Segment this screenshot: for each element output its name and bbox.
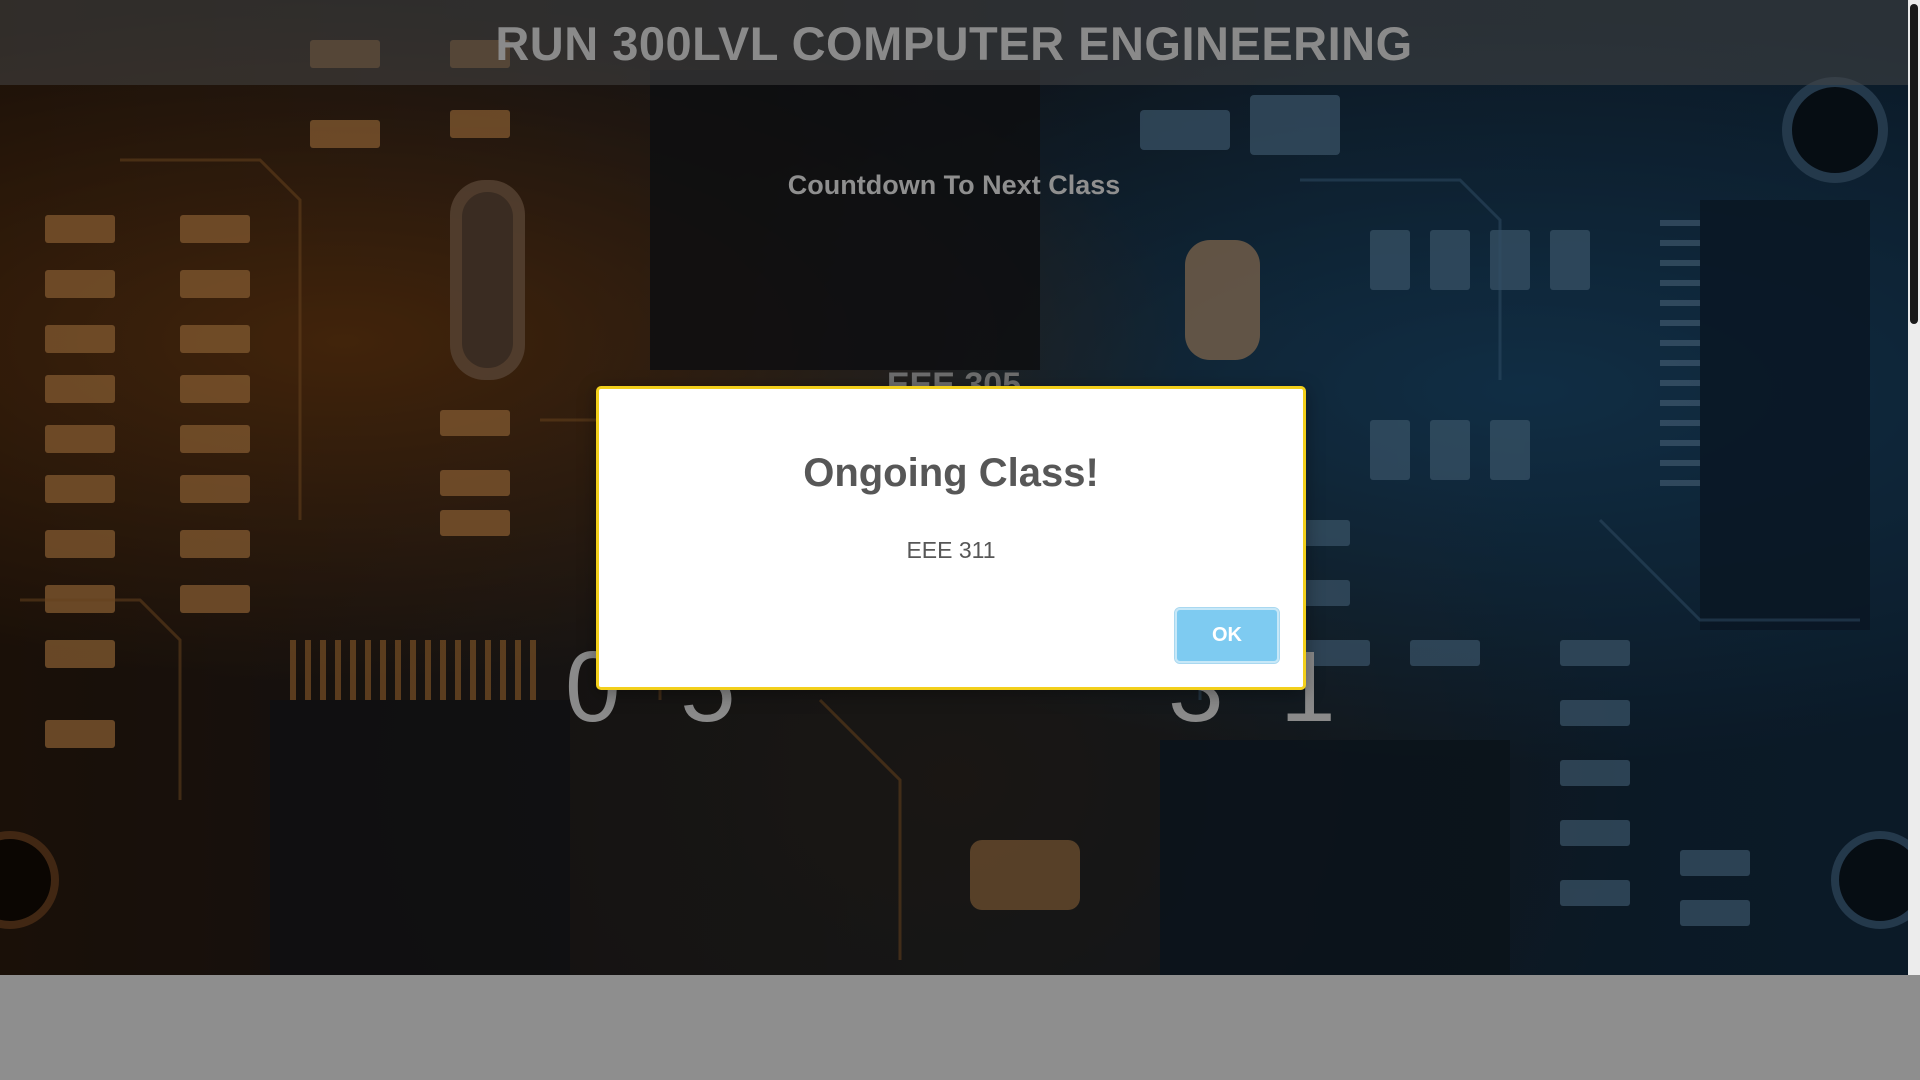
page-title: RUN 300LVL COMPUTER ENGINEERING <box>495 17 1413 70</box>
dialog-title: Ongoing Class! <box>803 451 1099 495</box>
ok-button[interactable]: OK <box>1174 607 1280 664</box>
dialog-message: EEE 311 <box>906 537 996 563</box>
countdown-title: Countdown To Next Class <box>787 170 1121 200</box>
page-header: RUN 300LVL COMPUTER ENGINEERING <box>0 0 1908 85</box>
ongoing-class-dialog: Ongoing Class! EEE 311 OK <box>596 386 1306 690</box>
page-scrollbar[interactable] <box>1908 0 1920 975</box>
scrollbar-thumb[interactable] <box>1910 4 1918 324</box>
